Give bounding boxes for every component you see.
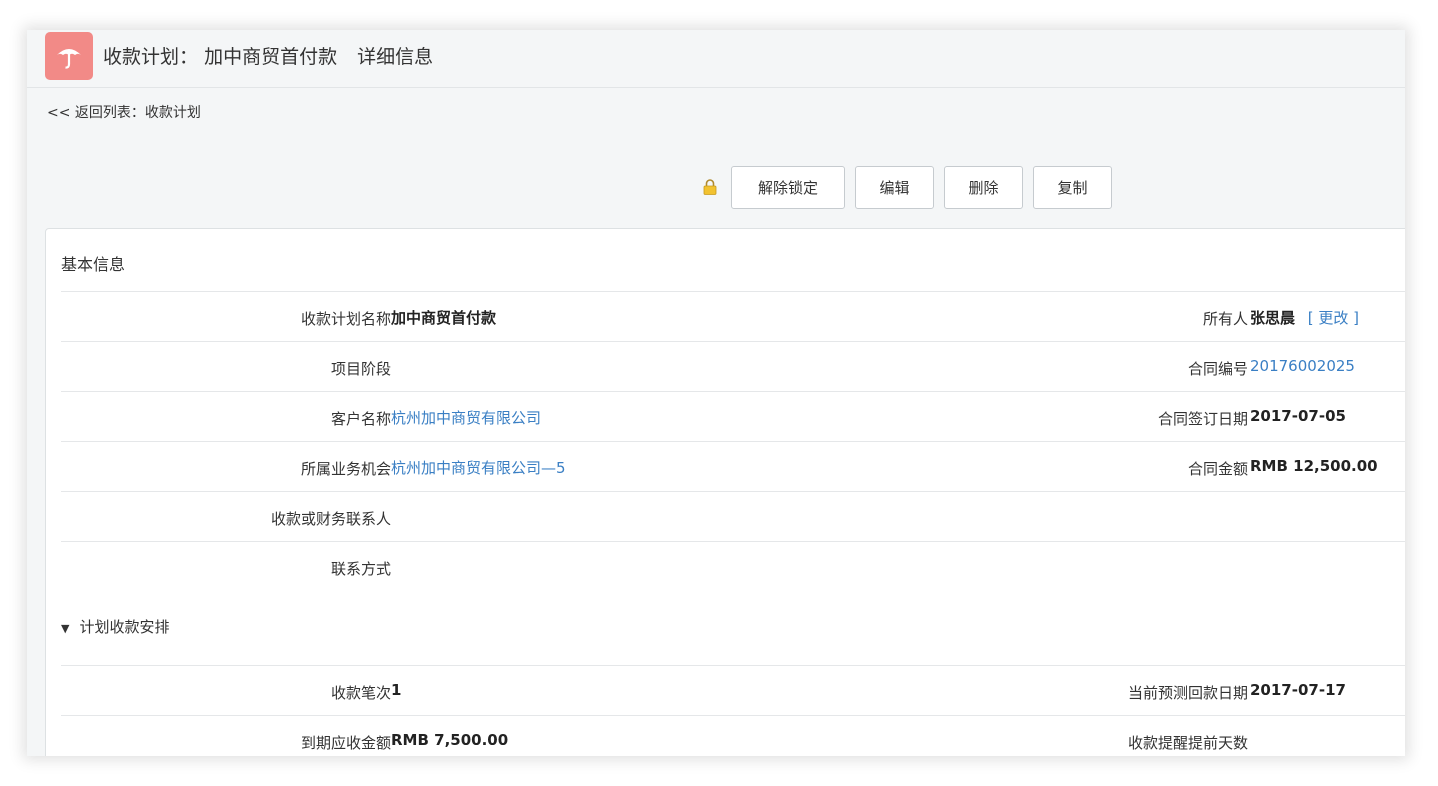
title-suffix: 详细信息 [357,46,434,68]
title-record-name: 加中商贸首付款 [204,46,338,68]
amount-value: RMB 12,500.00 [1250,457,1378,475]
sign-date-label: 合同签订日期 [1157,410,1248,428]
umbrella-icon [45,32,93,80]
field-row: 到期应收金额 RMB 7,500.00 收款提醒提前天数 [61,715,1405,756]
plan-name-value: 加中商贸首付款 [391,309,497,327]
section-title-basic-info: 基本信息 [61,255,126,274]
copy-button[interactable]: 复制 [1033,165,1112,209]
delete-button[interactable]: 删除 [944,165,1023,209]
owner-label: 所有人 [1202,310,1248,328]
contact-method-label: 联系方式 [330,560,391,578]
edit-button[interactable]: 编辑 [855,165,934,209]
field-row: 客户名称 杭州加中商贸有限公司 合同签订日期 2017-07-05 [61,391,1405,441]
field-row: 所属业务机会 杭州加中商贸有限公司—5 合同金额 RMB 12,500.00 [61,441,1405,491]
detail-window: 收款计划： 加中商贸首付款 详细信息 << 返回列表：收款计划 解除锁定 编辑 … [27,30,1405,756]
customer-label: 客户名称 [330,410,391,428]
field-row: 收款或财务联系人 [61,491,1405,541]
forecast-date-label: 当前预测回款日期 [1127,684,1248,702]
schedule-section-toggle[interactable]: ▼ 计划收款安排 [61,616,169,637]
basic-info-fields: 收款计划名称 加中商贸首付款 所有人 张思晨 [ 更改 ] 项目阶段 合同编号 … [61,291,1405,591]
forecast-date-value: 2017-07-17 [1250,681,1346,699]
change-owner-link[interactable]: [ 更改 ] [1308,309,1359,327]
field-row: 收款笔次 1 当前预测回款日期 2017-07-17 [61,665,1405,715]
opportunity-label: 所属业务机会 [300,460,391,478]
plan-name-label: 收款计划名称 [300,310,391,328]
customer-link[interactable]: 杭州加中商贸有限公司 [391,407,541,428]
due-amount-value: RMB 7,500.00 [391,731,509,749]
title-prefix: 收款计划： [103,46,199,68]
owner-field: 张思晨 [ 更改 ] [1250,307,1359,328]
installment-value: 1 [391,681,402,699]
contract-no-label: 合同编号 [1187,360,1248,378]
action-toolbar: 解除锁定 编辑 删除 复制 [703,165,1122,209]
field-row: 联系方式 [61,541,1405,591]
back-to-list-link[interactable]: << 返回列表：收款计划 [47,102,201,122]
page-title: 收款计划： 加中商贸首付款 详细信息 [103,42,433,69]
owner-value: 张思晨 [1250,309,1296,327]
schedule-fields: 收款笔次 1 当前预测回款日期 2017-07-17 到期应收金额 RMB 7,… [61,665,1405,756]
reminder-days-label: 收款提醒提前天数 [1127,734,1248,752]
page-header: 收款计划： 加中商贸首付款 详细信息 [27,30,1405,88]
sign-date-value: 2017-07-05 [1250,407,1346,425]
installment-label: 收款笔次 [330,684,391,702]
due-amount-label: 到期应收金额 [300,734,391,752]
contract-no-link[interactable]: 20176002025 [1250,357,1355,375]
lock-icon [703,178,721,196]
unlock-button[interactable]: 解除锁定 [731,165,845,209]
stage-label: 项目阶段 [330,360,391,378]
field-row: 项目阶段 合同编号 20176002025 [61,341,1405,391]
field-row: 收款计划名称 加中商贸首付款 所有人 张思晨 [ 更改 ] [61,291,1405,341]
schedule-section-title: 计划收款安排 [79,618,170,636]
detail-panel: 基本信息 收款计划名称 加中商贸首付款 所有人 张思晨 [ 更改 ] 项目阶段 … [45,228,1405,756]
opportunity-link[interactable]: 杭州加中商贸有限公司—5 [391,457,566,478]
triangle-down-icon: ▼ [61,622,70,635]
amount-label: 合同金额 [1187,460,1248,478]
contact-label: 收款或财务联系人 [270,510,391,528]
